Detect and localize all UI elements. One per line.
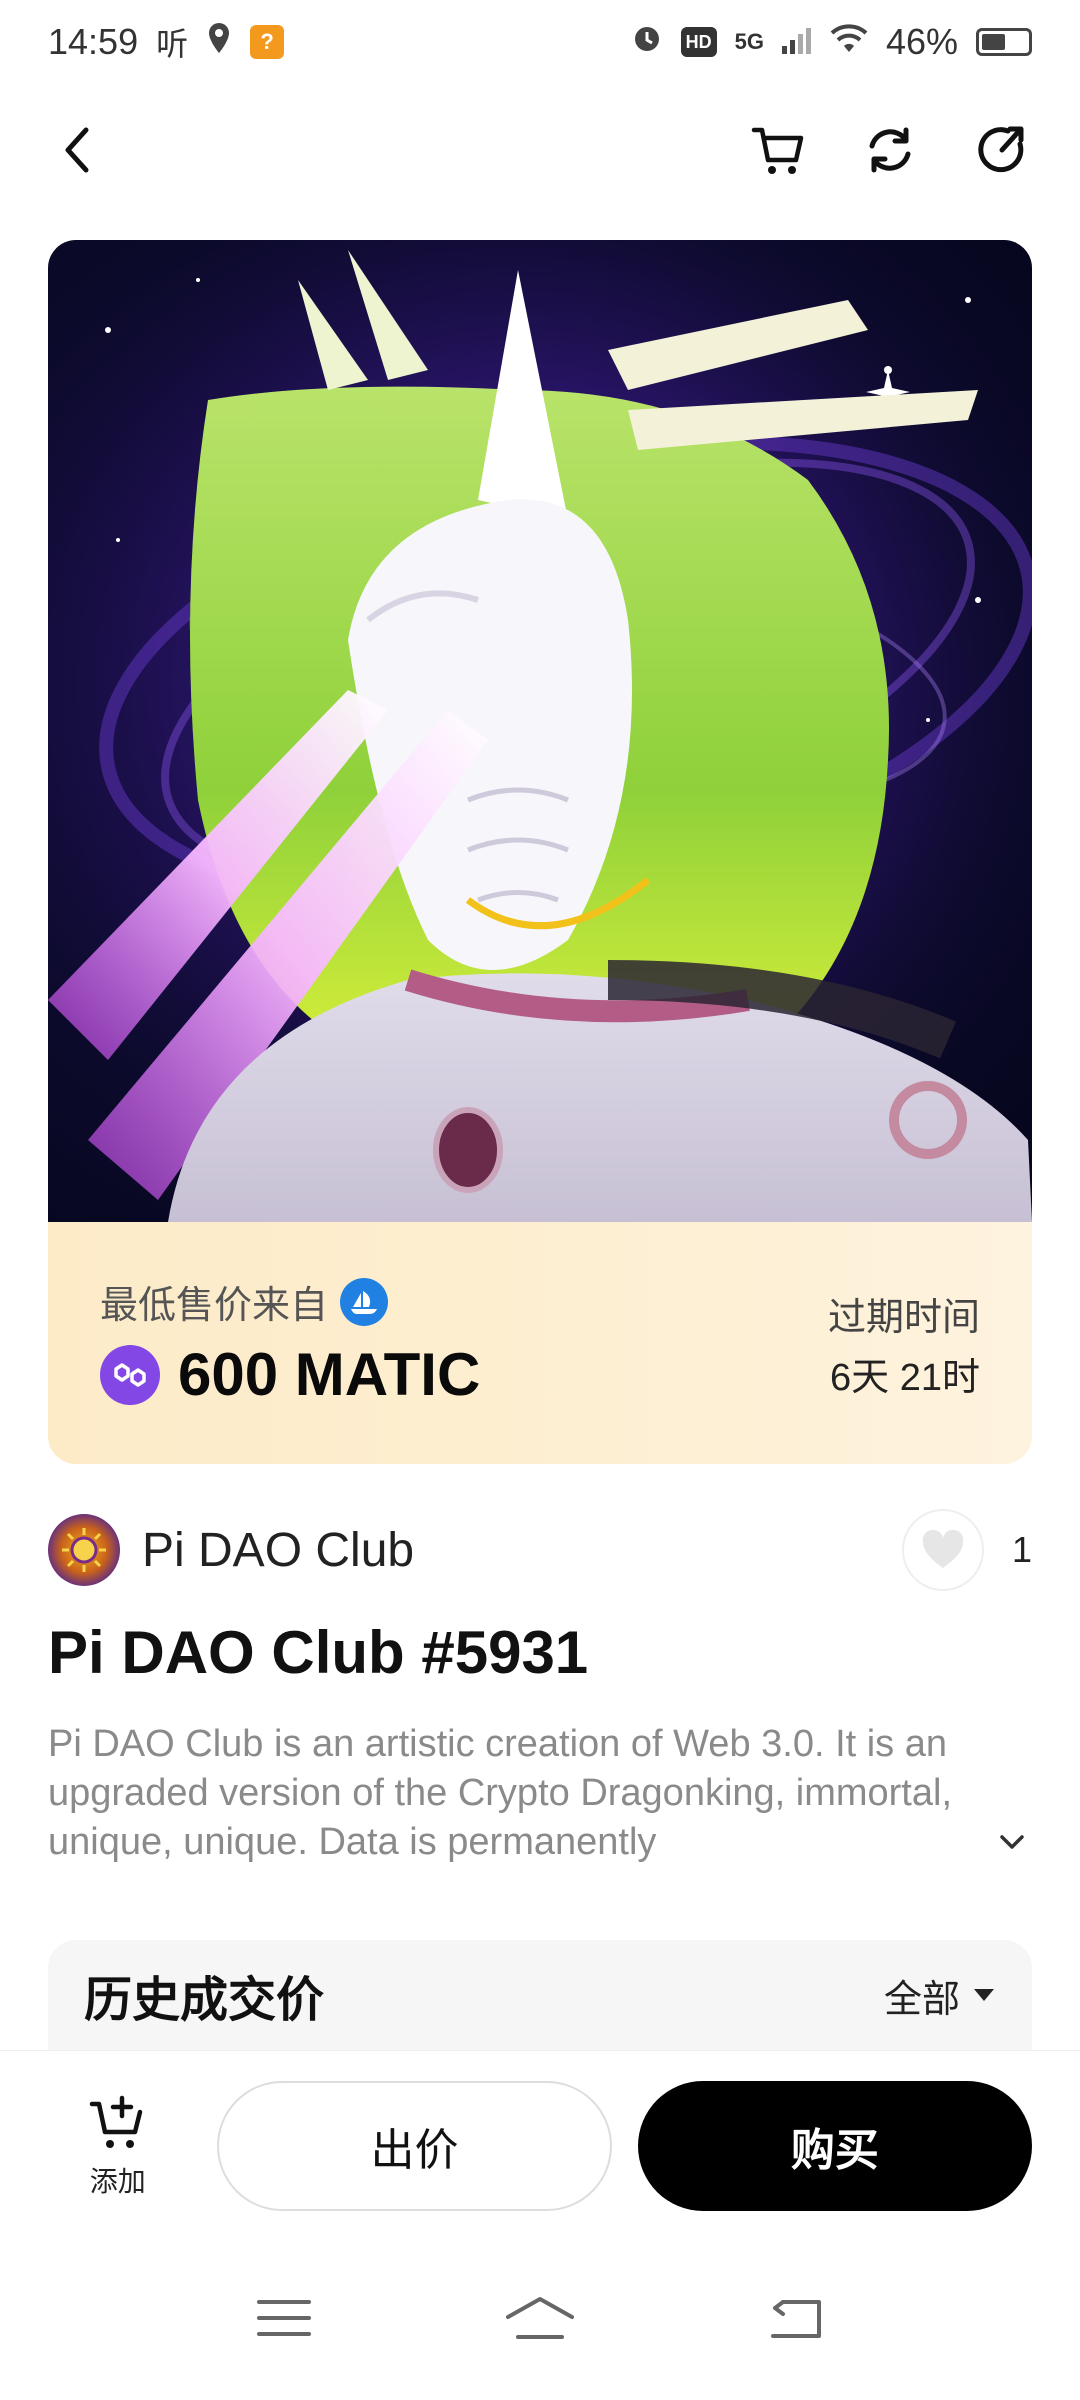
network-type: 5G: [734, 29, 764, 54]
sun-emblem-icon: [62, 1528, 106, 1572]
bottom-action-bar: 添加 出价 购买: [0, 2050, 1080, 2240]
history-filter-dropdown[interactable]: 全部: [884, 1968, 996, 2023]
refresh-button[interactable]: [860, 120, 920, 180]
opensea-icon: [340, 1277, 389, 1326]
like-button[interactable]: [901, 1509, 984, 1591]
home-icon: [505, 2296, 574, 2339]
location-icon: [206, 21, 232, 64]
like-count: 1: [1011, 1529, 1032, 1570]
app-notification-icon: ?: [250, 25, 285, 59]
status-time: 14:59: [48, 21, 139, 62]
price-history-section: 历史成交价 全部: [48, 1940, 1032, 2050]
make-offer-button[interactable]: 出价: [217, 2080, 612, 2211]
lowest-price-label-row: 最低售价来自: [100, 1274, 389, 1329]
buy-button[interactable]: 购买: [637, 2080, 1032, 2211]
signal-icon: [781, 21, 812, 63]
listen-indicator: 听: [156, 26, 189, 62]
back-button[interactable]: [48, 120, 108, 180]
expand-description-button[interactable]: [992, 1822, 1032, 1862]
back-arrow-icon: [771, 2299, 822, 2338]
price-amount: 600 MATIC: [178, 1341, 481, 1408]
alarm-icon: [631, 21, 663, 63]
status-bar: 14:59 听 ? HD 5G 46%: [0, 0, 1080, 84]
add-cart-icon: [89, 2095, 142, 2148]
cart-icon: [751, 127, 804, 174]
share-button[interactable]: [972, 120, 1032, 180]
heart-icon: [922, 1530, 964, 1568]
menu-nav-button[interactable]: [256, 2298, 311, 2343]
battery-percent: 46%: [885, 21, 958, 62]
matic-icon: [100, 1344, 160, 1405]
chevron-left-icon: [65, 127, 89, 173]
hd-icon: HD: [680, 27, 717, 57]
chevron-down-icon: [1000, 1835, 1024, 1849]
nft-description: Pi DAO Club is an artistic creation of W…: [48, 1723, 953, 1863]
nft-title: Pi DAO Club #5931: [48, 1619, 589, 1686]
add-to-cart-button[interactable]: 添加: [48, 2092, 187, 2200]
price-history-title: 历史成交价: [84, 1974, 325, 2027]
collection-avatar[interactable]: [48, 1514, 120, 1586]
history-filter-value: 全部: [883, 1978, 960, 2021]
collection-name[interactable]: Pi DAO Club: [142, 1523, 414, 1578]
add-label: 添加: [89, 2165, 146, 2197]
price-value-row: 600 MATIC: [100, 1340, 480, 1409]
expiry-label: 过期时间: [827, 1297, 980, 1339]
expiry-value: 6天 21时: [830, 1357, 980, 1399]
collection-row: Pi DAO Club 1: [48, 1508, 1032, 1592]
nft-artwork[interactable]: [48, 240, 1032, 1222]
home-nav-button[interactable]: [504, 2295, 576, 2346]
wifi-icon: [830, 21, 868, 63]
cart-button[interactable]: [748, 120, 808, 180]
share-icon: [978, 126, 1024, 173]
lowest-price-label: 最低售价来自: [100, 1285, 329, 1327]
back-nav-button[interactable]: [769, 2296, 823, 2345]
battery-icon: [976, 28, 1032, 56]
menu-icon: [256, 2299, 311, 2336]
triangle-down-icon: [974, 1989, 994, 2001]
price-card: 最低售价来自 600 MATIC 过期时间 6天 21时: [48, 1222, 1032, 1464]
top-nav-bar: [0, 100, 1080, 200]
dragon-artwork-image: [48, 240, 1032, 1222]
system-nav-bar: [0, 2240, 1080, 2400]
refresh-icon: [869, 127, 911, 173]
